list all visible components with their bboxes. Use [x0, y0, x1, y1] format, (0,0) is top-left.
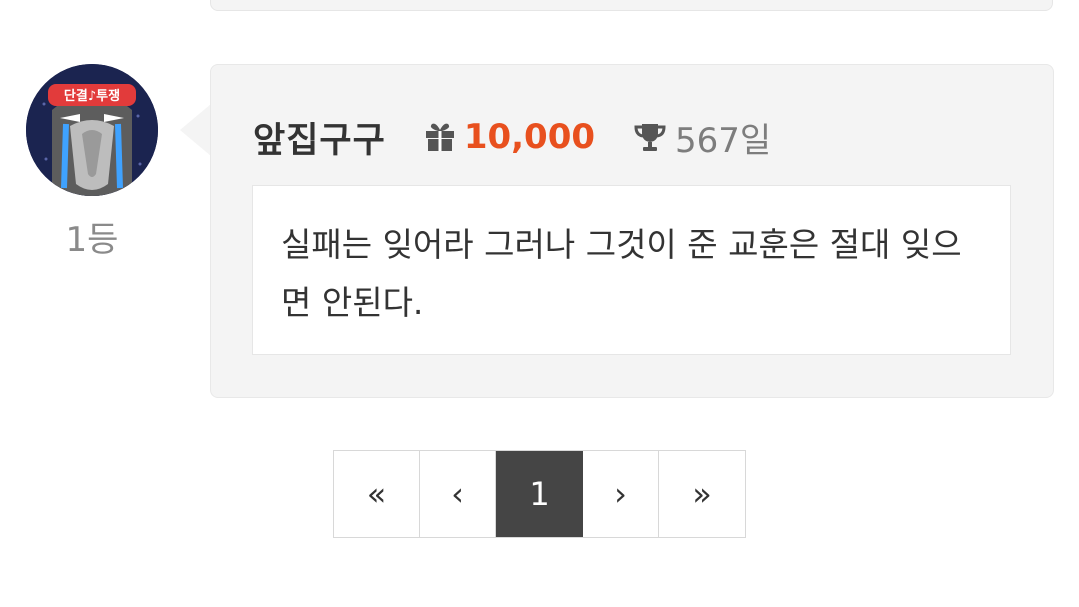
avatar[interactable]: 단결♪투쟁 [26, 64, 158, 196]
comment-body: 실패는 잊어라 그러나 그것이 준 교훈은 절대 잊으면 안된다. [252, 185, 1011, 355]
previous-comment-card [210, 0, 1053, 11]
days-value: 567일 [675, 120, 772, 161]
last-page-button[interactable]: » [659, 451, 745, 537]
comment-text: 실패는 잊어라 그러나 그것이 준 교훈은 절대 잊으면 안된다. [281, 225, 962, 322]
page-1-button[interactable]: 1 [496, 451, 583, 537]
prev-page-button[interactable]: ‹ [420, 451, 496, 537]
rank-label: 1등 [65, 220, 119, 260]
gift-icon [425, 123, 454, 151]
avatar-image: 단결♪투쟁 [26, 64, 158, 196]
card-pointer [180, 104, 211, 156]
nickname[interactable]: 앞집구구 [253, 112, 386, 163]
avatar-headband-text: 단결♪투쟁 [64, 88, 120, 104]
first-page-button[interactable]: « [334, 451, 420, 537]
trophy-icon [634, 124, 666, 151]
points-value: 10,000 [463, 117, 596, 157]
days: 567일 [633, 113, 771, 162]
points: 10,000 [424, 117, 595, 157]
pagination: « ‹ 1 › » [333, 450, 746, 538]
next-page-button[interactable]: › [583, 451, 659, 537]
comment-meta: 앞집구구 10,000 567일 [253, 112, 771, 162]
